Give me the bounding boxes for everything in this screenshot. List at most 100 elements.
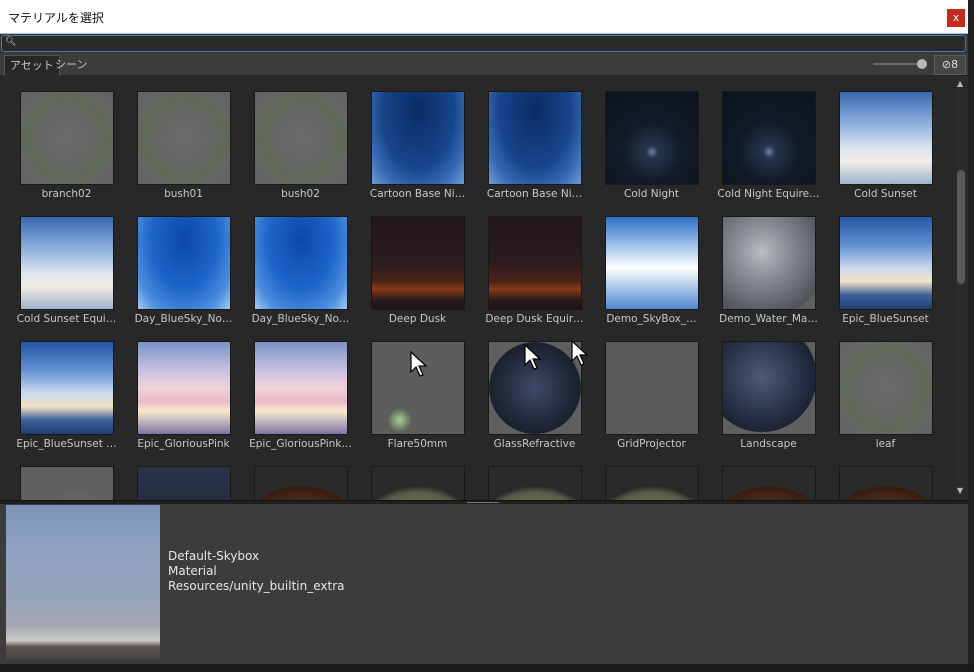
asset-item[interactable] [0, 451, 117, 500]
asset-item[interactable]: Flare50mm [351, 326, 468, 450]
asset-thumbnail[interactable] [20, 91, 114, 185]
asset-thumbnail[interactable] [488, 466, 582, 500]
asset-item[interactable]: Epic_BlueSunset … [0, 326, 117, 450]
asset-label: Cold Sunset [854, 188, 917, 200]
asset-item[interactable]: Cold Night Equire… [702, 76, 820, 200]
asset-item[interactable] [702, 451, 819, 500]
preview-panel: Default-Skybox Material Resources/unity_… [0, 504, 968, 664]
asset-thumbnail[interactable] [371, 216, 465, 310]
asset-item[interactable]: Demo_Water_Ma… [702, 201, 819, 325]
asset-item[interactable]: Demo_SkyBox_… [585, 201, 702, 325]
scrollbar-thumb[interactable] [957, 170, 965, 284]
asset-item[interactable] [117, 451, 234, 500]
asset-thumbnail[interactable] [137, 466, 231, 500]
selected-type: Material [168, 564, 217, 578]
asset-label: Landscape [740, 438, 797, 450]
asset-thumbnail[interactable] [839, 91, 933, 185]
asset-item[interactable]: Day_BlueSky_No… [117, 201, 234, 325]
thumbnail-size-slider-handle[interactable] [917, 59, 927, 69]
asset-label: Demo_Water_Ma… [719, 313, 818, 325]
asset-thumbnail[interactable] [839, 466, 933, 500]
asset-label: Day_BlueSky_No… [134, 313, 233, 325]
asset-thumbnail[interactable] [722, 466, 816, 500]
preview-info: Default-Skybox Material Resources/unity_… [168, 549, 344, 594]
close-button[interactable]: x [947, 9, 965, 27]
asset-label: Epic_GloriousPink [137, 438, 230, 450]
asset-item[interactable] [819, 451, 936, 500]
asset-item[interactable]: branch02 [0, 76, 117, 200]
asset-thumbnail[interactable] [839, 341, 933, 435]
grid-scrollbar[interactable]: ▲ ▼ [955, 76, 968, 500]
asset-thumbnail[interactable] [254, 91, 348, 185]
asset-thumbnail[interactable] [254, 466, 348, 500]
hidden-count: 8 [951, 58, 959, 71]
asset-item[interactable]: bush01 [117, 76, 234, 200]
scroll-down-arrow-icon[interactable]: ▼ [957, 486, 963, 495]
asset-label: Cartoon Base Ni… [369, 188, 466, 200]
asset-grid: branch02 bush01 bush02 Cartoon Base Ni… Cart… [0, 76, 955, 500]
asset-label: GridProjector [617, 438, 686, 450]
asset-thumbnail[interactable] [605, 91, 699, 185]
selected-name: Default-Skybox [168, 549, 260, 563]
asset-thumbnail[interactable] [371, 91, 465, 185]
asset-item[interactable] [585, 451, 702, 500]
asset-item[interactable]: Deep Dusk Equir… [468, 201, 585, 325]
asset-item[interactable]: Cold Night [585, 76, 702, 200]
asset-item[interactable] [234, 451, 351, 500]
asset-thumbnail[interactable] [20, 466, 114, 500]
asset-item[interactable]: Cold Sunset Equi… [0, 201, 117, 325]
asset-thumbnail[interactable] [137, 341, 231, 435]
asset-item[interactable]: GridProjector [585, 326, 702, 450]
asset-thumbnail[interactable] [254, 341, 348, 435]
asset-thumbnail[interactable] [839, 216, 933, 310]
tab-scene[interactable]: シーン [50, 55, 92, 75]
asset-label: bush02 [281, 188, 320, 200]
asset-item[interactable]: leaf [819, 326, 936, 450]
selected-path: Resources/unity_builtin_extra [168, 579, 345, 593]
asset-label: GlassRefractive [493, 438, 576, 450]
asset-thumbnail[interactable] [488, 216, 582, 310]
asset-thumbnail[interactable] [722, 341, 816, 435]
asset-label: Cold Night [624, 188, 679, 200]
asset-item[interactable]: Deep Dusk [351, 201, 468, 325]
window-title: マテリアルを選択 [8, 11, 104, 25]
asset-thumbnail[interactable] [20, 341, 114, 435]
asset-label: Demo_SkyBox_… [606, 313, 697, 325]
asset-label: Epic_BlueSunset [842, 313, 929, 325]
asset-label: Deep Dusk Equir… [485, 313, 584, 325]
hidden-packages-toggle[interactable]: ⊘8 [934, 55, 966, 75]
asset-thumbnail[interactable] [605, 466, 699, 500]
asset-thumbnail[interactable] [605, 216, 699, 310]
asset-thumbnail[interactable] [20, 216, 114, 310]
asset-item[interactable]: Epic_GloriousPink [117, 326, 234, 450]
search-input[interactable] [16, 36, 956, 50]
asset-item[interactable]: Cartoon Base Ni… [468, 76, 585, 200]
asset-item[interactable]: Landscape [702, 326, 819, 450]
asset-thumbnail[interactable] [488, 91, 582, 185]
asset-thumbnail[interactable] [605, 341, 699, 435]
asset-label: Epic_BlueSunset … [16, 438, 117, 450]
asset-thumbnail[interactable] [722, 91, 816, 185]
asset-item[interactable]: bush02 [234, 76, 351, 200]
asset-item[interactable]: Cold Sunset [819, 76, 936, 200]
asset-item[interactable]: Epic_GloriousPink… [234, 326, 352, 450]
asset-item[interactable] [351, 451, 468, 500]
asset-thumbnail[interactable] [254, 216, 348, 310]
asset-label: branch02 [41, 188, 92, 200]
asset-thumbnail[interactable] [722, 216, 816, 310]
asset-label: Cold Sunset Equi… [16, 313, 117, 325]
asset-item[interactable]: Cartoon Base Ni… [351, 76, 468, 200]
asset-item[interactable]: Epic_BlueSunset [819, 201, 936, 325]
asset-thumbnail[interactable] [371, 466, 465, 500]
mouse-cursor-icon [524, 344, 542, 370]
asset-label: Day_BlueSky_No… [251, 313, 350, 325]
asset-label: Epic_GloriousPink… [249, 438, 352, 450]
mouse-cursor-icon [410, 351, 428, 377]
preview-thumbnail [6, 505, 160, 659]
search-box[interactable]: 🔍︎ [1, 35, 966, 52]
asset-thumbnail[interactable] [137, 216, 231, 310]
asset-item[interactable]: Day_BlueSky_No… [234, 201, 351, 325]
scroll-up-arrow-icon[interactable]: ▲ [957, 79, 963, 88]
asset-thumbnail[interactable] [137, 91, 231, 185]
asset-item[interactable] [468, 451, 585, 500]
